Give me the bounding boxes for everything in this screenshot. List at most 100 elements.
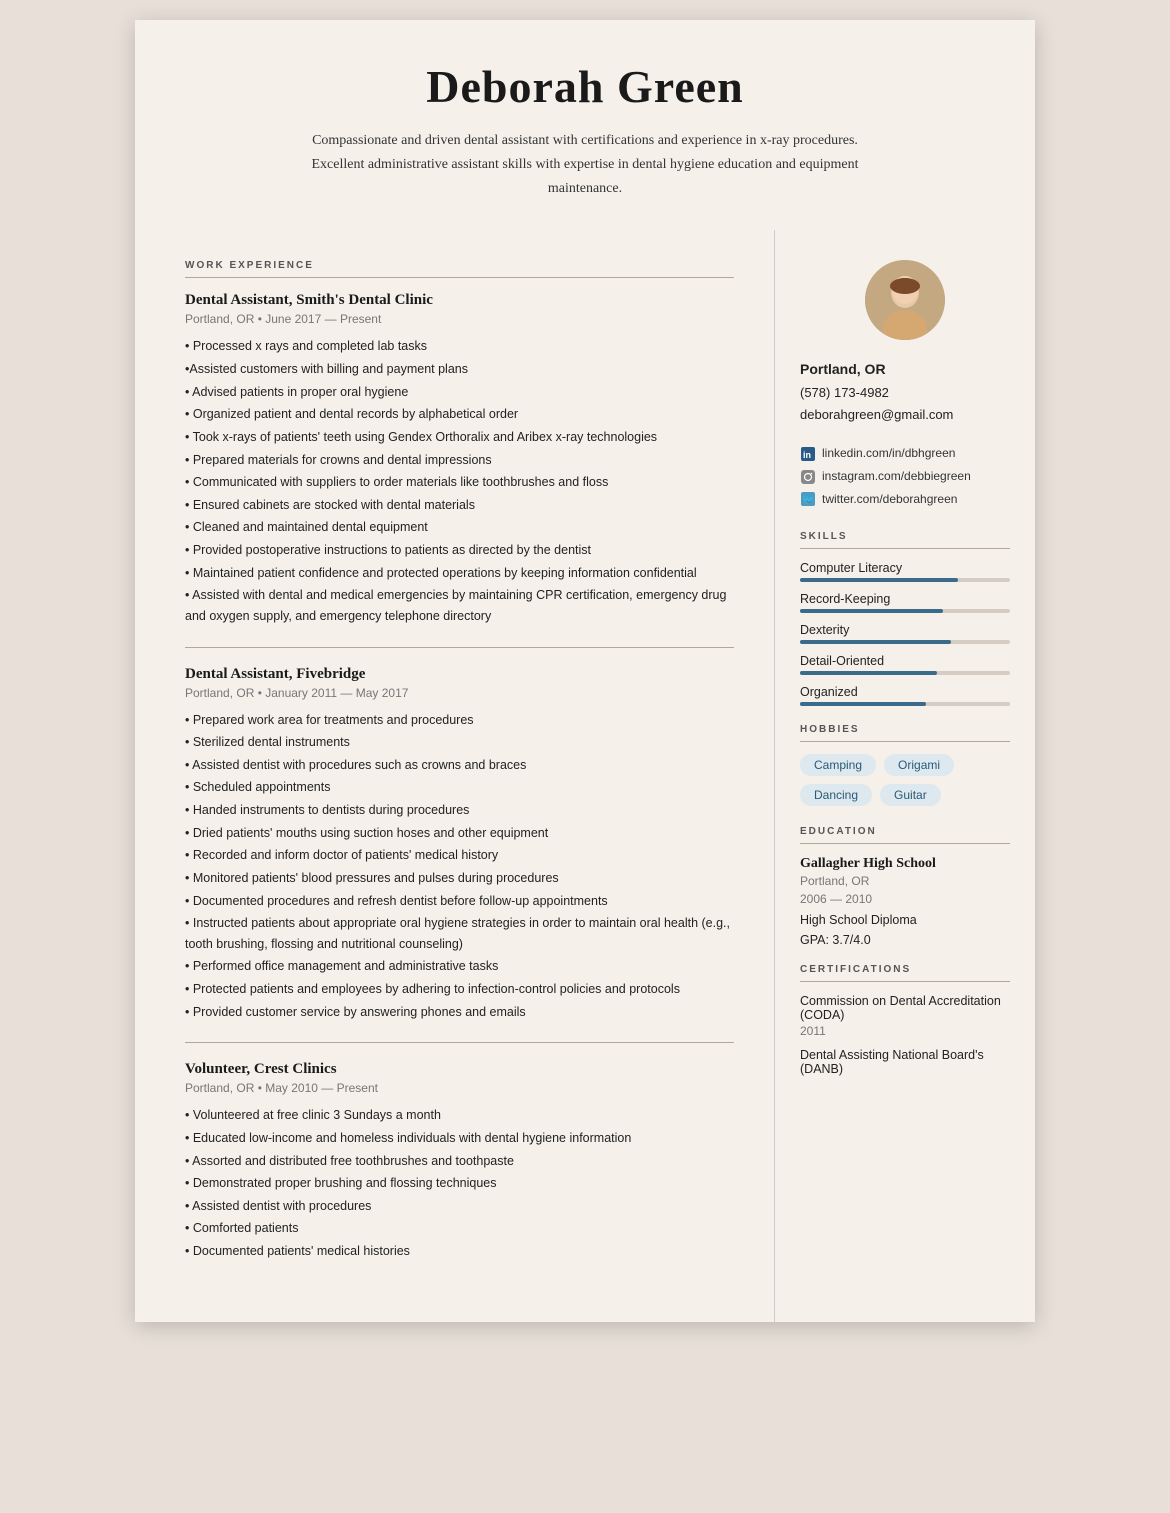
job-2-meta: Portland, OR • January 2011 — May 2017 [185,686,734,700]
contact-phone: (578) 173-4982 [800,382,1010,404]
skill-1: Record-Keeping [800,592,1010,613]
skill-2-bar-bg [800,640,1010,644]
job-3-bullets: • Volunteered at free clinic 3 Sundays a… [185,1105,734,1261]
social-linkedin: in linkedin.com/in/dbhgreen [800,442,1010,465]
skill-0: Computer Literacy [800,561,1010,582]
svg-text:in: in [803,450,811,460]
resume-wrapper: Deborah Green Compassionate and driven d… [135,20,1035,1322]
hobbies-label: HOBBIES [800,724,1010,735]
bullet: • Processed x rays and completed lab tas… [185,336,734,357]
bullet: • Demonstrated proper brushing and floss… [185,1173,734,1194]
skill-3: Detail-Oriented [800,654,1010,675]
bullet: • Provided customer service by answering… [185,1002,734,1023]
work-experience-divider [185,277,734,278]
job-3-meta: Portland, OR • May 2010 — Present [185,1081,734,1095]
skill-0-bar-bg [800,578,1010,582]
bullet: •Assisted customers with billing and pay… [185,359,734,380]
bullet: • Monitored patients' blood pressures an… [185,868,734,889]
bullet: • Ensured cabinets are stocked with dent… [185,495,734,516]
bullet: • Scheduled appointments [185,777,734,798]
bullet: • Cleaned and maintained dental equipmen… [185,517,734,538]
job-2-title: Dental Assistant, Fivebridge [185,666,734,683]
instagram-icon [800,469,816,485]
social-links: in linkedin.com/in/dbhgreen instagram.co… [800,442,1010,510]
certifications-label: CERTIFICATIONS [800,964,1010,975]
bullet: • Maintained patient confidence and prot… [185,563,734,584]
bullet: • Provided postoperative instructions to… [185,540,734,561]
skills-label: SKILLS [800,531,1010,542]
bullet: • Volunteered at free clinic 3 Sundays a… [185,1105,734,1126]
bullet: • Communicated with suppliers to order m… [185,472,734,493]
avatar [865,260,945,340]
job-2-bullets: • Prepared work area for treatments and … [185,710,734,1023]
edu-0-school: Gallagher High School [800,856,1010,872]
body-row: WORK EXPERIENCE Dental Assistant, Smith'… [135,230,1035,1321]
bullet: • Prepared work area for treatments and … [185,710,734,731]
edu-0-detail: High School Diploma GPA: 3.7/4.0 [800,910,1010,950]
hobby-1: Origami [884,754,954,776]
bullet: • Assorted and distributed free toothbru… [185,1151,734,1172]
skill-3-bar-fill [800,671,937,675]
skill-0-bar-fill [800,578,958,582]
skill-3-name: Detail-Oriented [800,654,1010,668]
main-column: WORK EXPERIENCE Dental Assistant, Smith'… [135,230,775,1321]
skill-1-bar-bg [800,609,1010,613]
bullet: • Protected patients and employees by ad… [185,979,734,1000]
contact-email: deborahgreen@gmail.com [800,404,1010,426]
resume-header: Deborah Green Compassionate and driven d… [135,20,1035,230]
twitter-text: twitter.com/deborahgreen [822,488,957,511]
cert-0: Commission on Dental Accreditation (CODA… [800,994,1010,1038]
bullet: • Advised patients in proper oral hygien… [185,382,734,403]
skill-4-bar-bg [800,702,1010,706]
social-instagram: instagram.com/debbiegreen [800,465,1010,488]
bullet: • Educated low-income and homeless indiv… [185,1128,734,1149]
hobbies-divider [800,741,1010,742]
cert-1: Dental Assisting National Board's (DANB) [800,1048,1010,1076]
job-1-bullets: • Processed x rays and completed lab tas… [185,336,734,626]
edu-0: Gallagher High School Portland, OR 2006 … [800,856,1010,950]
skill-1-bar-fill [800,609,943,613]
education-list: Gallagher High School Portland, OR 2006 … [800,856,1010,950]
cert-0-name: Commission on Dental Accreditation (CODA… [800,994,1010,1022]
edu-0-degree: High School Diploma [800,913,917,927]
linkedin-icon: in [800,446,816,462]
hobby-0: Camping [800,754,876,776]
contact-location: Portland, OR [800,358,1010,382]
social-twitter: 🐦 twitter.com/deborahgreen [800,488,1010,511]
skill-3-bar-bg [800,671,1010,675]
bullet: • Performed office management and admini… [185,956,734,977]
skills-divider [800,548,1010,549]
linkedin-text: linkedin.com/in/dbhgreen [822,442,955,465]
candidate-name: Deborah Green [195,60,975,113]
contact-info: Portland, OR (578) 173-4982 deborahgreen… [800,358,1010,426]
hobbies-grid: Camping Origami Dancing Guitar [800,754,1010,806]
skill-2-name: Dexterity [800,623,1010,637]
skill-2-bar-fill [800,640,951,644]
avatar-wrap [800,260,1010,340]
sidebar: Portland, OR (578) 173-4982 deborahgreen… [775,230,1035,1321]
bullet: • Sterilized dental instruments [185,732,734,753]
job-1: Dental Assistant, Smith's Dental Clinic … [185,292,734,626]
twitter-icon: 🐦 [800,491,816,507]
bullet: • Dried patients' mouths using suction h… [185,823,734,844]
skill-4-name: Organized [800,685,1010,699]
certifications-divider [800,981,1010,982]
skill-2: Dexterity [800,623,1010,644]
bullet: • Organized patient and dental records b… [185,404,734,425]
bullet: • Assisted dentist with procedures [185,1196,734,1217]
skill-4-bar-fill [800,702,926,706]
edu-0-location: Portland, OR [800,874,1010,888]
svg-text:🐦: 🐦 [802,495,814,506]
bullet: • Prepared materials for crowns and dent… [185,450,734,471]
job-3-title: Volunteer, Crest Clinics [185,1061,734,1078]
bullet: • Documented procedures and refresh dent… [185,891,734,912]
work-experience-label: WORK EXPERIENCE [185,260,734,271]
job-1-title: Dental Assistant, Smith's Dental Clinic [185,292,734,309]
job-divider-2 [185,1042,734,1043]
skill-1-name: Record-Keeping [800,592,1010,606]
instagram-text: instagram.com/debbiegreen [822,465,971,488]
bullet: • Documented patients' medical histories [185,1241,734,1262]
edu-0-gpa: GPA: 3.7/4.0 [800,933,871,947]
bullet: • Instructed patients about appropriate … [185,913,734,954]
skills-list: Computer Literacy Record-Keeping Dexteri… [800,561,1010,706]
